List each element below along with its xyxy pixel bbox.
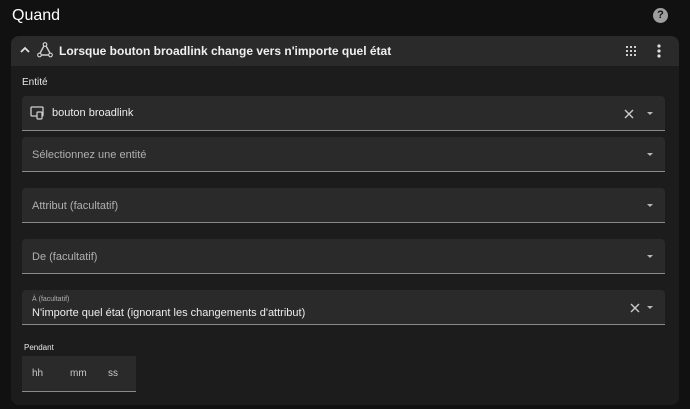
entity-label: Entité [22, 77, 48, 88]
chevron-up-icon[interactable] [19, 44, 31, 56]
remote-icon [30, 106, 44, 120]
from-placeholder: De (facultatif) [32, 251, 98, 263]
to-field-label: À (facultatif) [32, 296, 70, 303]
attribute-field[interactable]: Attribut (facultatif) [22, 188, 665, 223]
to-field-value: N'importe quel état (ignorant les change… [32, 307, 306, 319]
selected-entity-value: bouton broadlink [52, 107, 134, 119]
help-icon[interactable]: ? [653, 8, 668, 23]
to-field[interactable]: À (facultatif) N'importe quel état (igno… [22, 290, 665, 325]
seconds-input[interactable]: ss [108, 368, 118, 379]
hours-input[interactable]: hh [32, 368, 43, 379]
trigger-header[interactable]: Lorsque bouton broadlink change vers n'i… [11, 36, 679, 66]
trigger-card: Lorsque bouton broadlink change vers n'i… [11, 36, 679, 405]
section-title: Quand [12, 7, 61, 24]
chevron-down-icon[interactable] [647, 112, 653, 115]
duration-input: hh mm ss [22, 356, 136, 392]
clear-icon[interactable] [623, 108, 635, 120]
entity-picker-field[interactable]: Sélectionnez une entité [22, 137, 665, 172]
entity-picker-placeholder: Sélectionnez une entité [32, 149, 147, 161]
selected-entity-field[interactable]: bouton broadlink [22, 96, 665, 131]
minutes-input[interactable]: mm [70, 368, 87, 379]
chevron-down-icon[interactable] [647, 204, 653, 207]
chevron-down-icon[interactable] [647, 153, 653, 156]
from-field[interactable]: De (facultatif) [22, 239, 665, 274]
more-vertical-icon[interactable] [656, 44, 662, 58]
state-trigger-icon [37, 42, 53, 58]
trigger-title: Lorsque bouton broadlink change vers n'i… [59, 44, 392, 58]
clear-icon[interactable] [629, 302, 641, 314]
chevron-down-icon[interactable] [647, 306, 653, 309]
drag-handle-icon[interactable] [625, 45, 637, 57]
section-header: Quand ? [0, 0, 690, 34]
attribute-placeholder: Attribut (facultatif) [32, 200, 119, 212]
chevron-down-icon[interactable] [647, 255, 653, 258]
duration-label: Pendant [24, 343, 54, 352]
